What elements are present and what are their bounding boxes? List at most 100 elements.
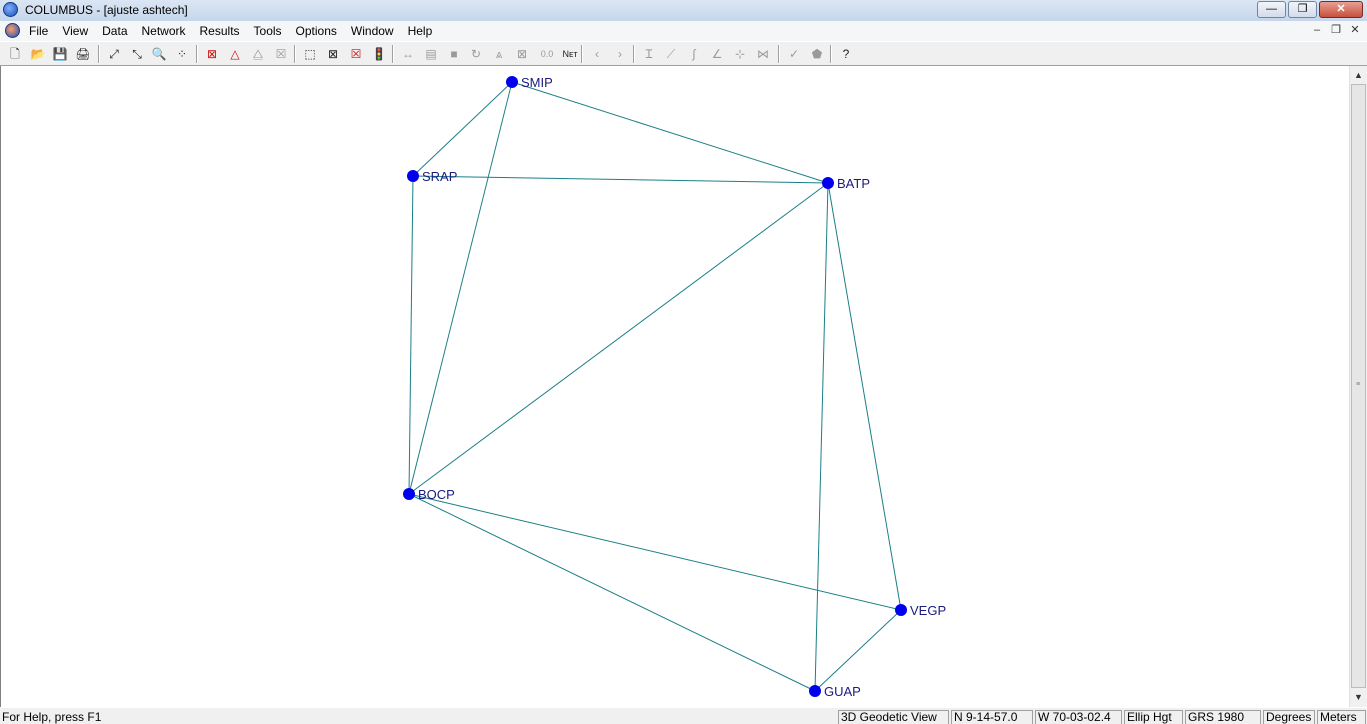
check-icon[interactable]: ✓: [785, 45, 803, 63]
block-icon[interactable]: ■: [445, 45, 463, 63]
close-button[interactable]: ✕: [1319, 1, 1363, 18]
delete-red-icon[interactable]: ☒: [347, 45, 365, 63]
scroll-up-icon[interactable]: ▲: [1350, 67, 1367, 84]
rotate-icon[interactable]: ↻: [467, 45, 485, 63]
new-icon[interactable]: 🗋: [6, 45, 24, 63]
window-controls: — ❐ ✕: [1257, 1, 1363, 18]
curve-icon[interactable]: ∫: [685, 45, 703, 63]
status-help-text: For Help, press F1: [2, 710, 102, 724]
station-label-bocp: BOCP: [418, 487, 455, 502]
axes-icon[interactable]: ⊹: [731, 45, 749, 63]
toolbar-separator: [294, 45, 296, 63]
select-box-icon[interactable]: ⬚: [301, 45, 319, 63]
baseline-bocp-guap[interactable]: [408, 493, 816, 692]
menu-help[interactable]: Help: [401, 21, 440, 41]
magnifier-icon[interactable]: 🔍: [150, 45, 168, 63]
menu-file[interactable]: File: [22, 21, 55, 41]
box-x-icon[interactable]: ☒: [272, 45, 290, 63]
report-icon[interactable]: ▤: [422, 45, 440, 63]
next-icon[interactable]: ›: [611, 45, 629, 63]
network-view[interactable]: SMIP SRAP BATP BOCP VEGP GUAP: [0, 66, 1349, 707]
toolbar-separator: [581, 45, 583, 63]
angle-icon[interactable]: ∠: [708, 45, 726, 63]
minimize-button[interactable]: —: [1257, 1, 1286, 18]
station-label-guap: GUAP: [824, 684, 861, 699]
station-marker-srap[interactable]: [407, 170, 419, 182]
menu-options[interactable]: Options: [289, 21, 344, 41]
status-datum: GRS 1980: [1185, 710, 1261, 724]
menu-items: File View Data Network Results Tools Opt…: [22, 21, 439, 41]
scroll-down-icon[interactable]: ▼: [1350, 689, 1367, 706]
menu-data[interactable]: Data: [95, 21, 134, 41]
title-bar: COLUMBUS - [ajuste ashtech] — ❐ ✕: [0, 0, 1367, 22]
station-marker-vegp[interactable]: [895, 604, 907, 616]
baseline-smip-srap[interactable]: [412, 81, 513, 177]
menu-window[interactable]: Window: [344, 21, 401, 41]
baseline-smip-batp[interactable]: [511, 81, 829, 184]
doc-close-button[interactable]: ✕: [1347, 23, 1363, 38]
triangle-dotted-icon[interactable]: ⧋: [249, 45, 267, 63]
baseline-bocp-vegp[interactable]: [408, 493, 902, 611]
menu-view[interactable]: View: [55, 21, 95, 41]
maximize-button[interactable]: ❐: [1288, 1, 1317, 18]
precision-icon[interactable]: 0.0: [536, 45, 558, 63]
doc-minimize-button[interactable]: –: [1309, 23, 1325, 38]
network-diagram[interactable]: SMIP SRAP BATP BOCP VEGP GUAP: [1, 66, 1349, 707]
toolbar-separator: [778, 45, 780, 63]
station-label-batp: BATP: [837, 176, 870, 191]
station-marker-guap[interactable]: [809, 685, 821, 697]
document-window-controls: – ❐ ✕: [1309, 23, 1363, 38]
measure-horizontal-icon[interactable]: ↔: [399, 45, 417, 63]
menu-results[interactable]: Results: [193, 21, 247, 41]
zoom-extents-icon[interactable]: ⤢: [105, 45, 123, 63]
document-globe-icon[interactable]: [5, 23, 20, 38]
shape-icon[interactable]: ⬟: [808, 45, 826, 63]
open-icon[interactable]: 📂: [29, 45, 47, 63]
slope-icon[interactable]: ⟋: [662, 45, 680, 63]
station-label-vegp: VEGP: [910, 603, 946, 618]
net-icon[interactable]: Nᴇᴛ: [559, 45, 581, 63]
window-title: COLUMBUS - [ajuste ashtech]: [25, 3, 188, 17]
baseline-batp-bocp[interactable]: [408, 182, 829, 495]
station-marker-bocp[interactable]: [403, 488, 415, 500]
baseline-batp-guap[interactable]: [814, 182, 829, 692]
toolbar-separator: [392, 45, 394, 63]
save-icon[interactable]: 💾: [51, 45, 69, 63]
baseline-smip-bocp[interactable]: [408, 81, 513, 495]
doc-restore-button[interactable]: ❐: [1328, 23, 1344, 38]
station-label-srap: SRAP: [422, 169, 457, 184]
select-points-icon[interactable]: ⁘: [173, 45, 191, 63]
toolbar-separator: [98, 45, 100, 63]
status-view-mode: 3D Geodetic View: [838, 710, 949, 724]
tripod-icon[interactable]: ⩓: [490, 45, 508, 63]
station-marker-batp[interactable]: [822, 177, 834, 189]
status-angle-units: Degrees: [1263, 710, 1315, 724]
baseline-batp-vegp[interactable]: [827, 182, 902, 611]
status-length-units: Meters: [1317, 710, 1366, 724]
scroll-thumb[interactable]: ≡: [1351, 84, 1366, 688]
clear-selection-icon[interactable]: ⊠: [324, 45, 342, 63]
prev-icon[interactable]: ‹: [588, 45, 606, 63]
azimuth-icon[interactable]: ⋈: [754, 45, 772, 63]
status-height-type: Ellip Hgt: [1124, 710, 1183, 724]
menu-network[interactable]: Network: [135, 21, 193, 41]
context-help-icon[interactable]: ?: [837, 45, 855, 63]
vertical-bar-icon[interactable]: Ɪ: [640, 45, 658, 63]
delete-network-icon[interactable]: ⊠: [203, 45, 221, 63]
crossed-box-icon[interactable]: ⊠: [513, 45, 531, 63]
baseline-srap-batp[interactable]: [412, 175, 829, 184]
columbus-globe-icon[interactable]: [3, 2, 18, 17]
print-icon[interactable]: 🖨: [74, 45, 92, 63]
baseline-srap-bocp[interactable]: [408, 175, 414, 495]
status-bar: For Help, press F1 3D Geodetic View N 9-…: [0, 707, 1367, 724]
status-north-coordinate: N 9-14-57.0: [951, 710, 1033, 724]
baseline-vegp-guap[interactable]: [814, 609, 902, 692]
vertical-scrollbar[interactable]: ▲ ≡ ▼: [1349, 66, 1367, 707]
menu-tools[interactable]: Tools: [247, 21, 289, 41]
triangle-icon[interactable]: △: [226, 45, 244, 63]
station-label-smip: SMIP: [521, 75, 553, 90]
traffic-light-icon[interactable]: 🚦: [370, 45, 388, 63]
toolbar-separator: [196, 45, 198, 63]
zoom-fit-icon[interactable]: ⤡: [128, 45, 146, 63]
station-marker-smip[interactable]: [506, 76, 518, 88]
